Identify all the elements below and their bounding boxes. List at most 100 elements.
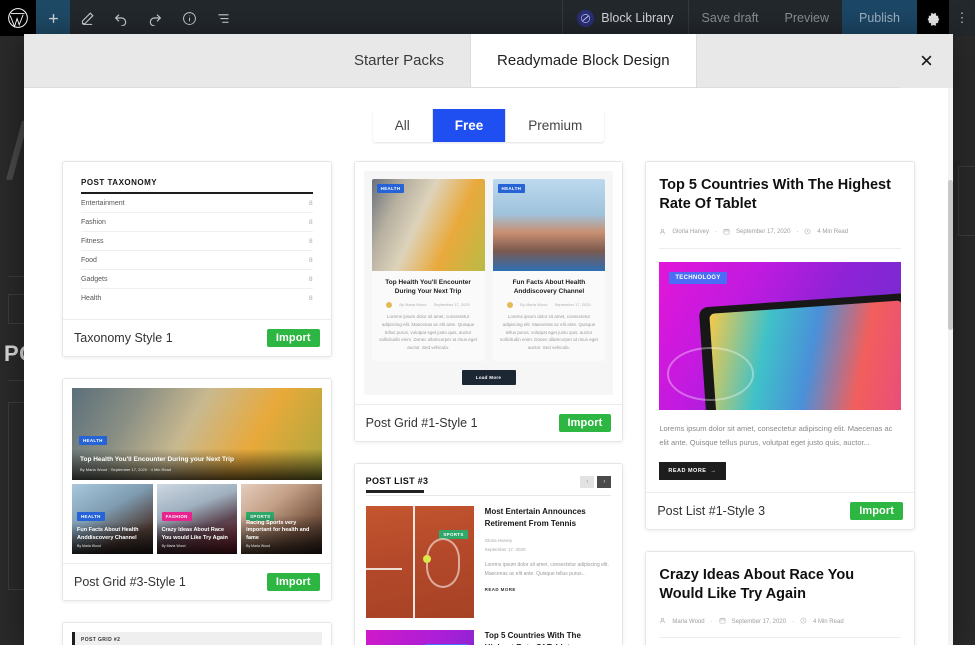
post-excerpt: Lorems ipsum dolor sit amet, consectetur… [484,562,609,578]
close-icon[interactable] [899,34,953,88]
import-button[interactable]: Import [850,501,904,520]
meta-separator: · [796,229,799,236]
post-title: Racing Sports very important for health … [246,519,310,541]
avatar [507,301,514,308]
post-date: September 17, 2020 [484,546,526,552]
post-excerpt: Lorems ipsum dolor sit amet, consectetur… [659,423,893,448]
tab-readymade-block-design[interactable]: Readymade Block Design [471,34,697,87]
block-library-icon [577,9,595,27]
import-button[interactable]: Import [558,414,612,433]
undo-arrow-icon[interactable] [104,0,138,36]
card-title: Taxonomy Style 1 [74,331,173,345]
template-card-post-list-1-style-3[interactable]: Top 5 Countries With The Highest Rate Of… [645,161,916,530]
template-card-post-list-3[interactable]: POST LIST #3 ‹ › SPORTS Most Entertain A… [353,463,624,645]
post-grid-row: HEALTH Top Health You'll Encounter Durin… [371,179,606,362]
post-meta: By Maria Wood September 17, 2020 [499,301,600,308]
post-meta: By Maria Wood · September 17, 2020 · 4 M… [80,467,172,472]
card-footer: Taxonomy Style 1 Import [63,319,331,356]
category-badge: HEALTH [79,436,107,445]
hero-photo: HEALTH Top Health You'll Encounter Durin… [72,388,322,480]
read-more-label: READ MORE [668,467,707,474]
card-preview: HEALTH Top Health You'll Encounter Durin… [354,162,623,405]
template-card-post-grid-1-style-1[interactable]: HEALTH Top Health You'll Encounter Durin… [353,161,624,443]
post-card: HEALTH Top Health You'll Encounter Durin… [371,179,485,362]
post-excerpt: Lorems ipsum dolor sit amet, consectetur… [379,313,477,351]
hero-overlay: Top Health You'll Encounter During your … [72,449,322,480]
post-grid-1-preview: HEALTH Top Health You'll Encounter Durin… [363,171,614,396]
taxonomy-row: Fashion 8 [81,213,313,232]
post-title: Top 5 Countries With The Highest Rate Of… [659,177,891,213]
post-meta: By Maria Wood [161,544,186,548]
category-badge: HEALTH [497,184,526,193]
post-photo: HEALTH [371,179,485,271]
chevron-left-icon[interactable]: ‹ [580,476,595,489]
card-preview: POST LIST #3 ‹ › SPORTS Most Entertain A… [354,464,623,645]
card-title: Post List #1-Style 3 [657,503,766,518]
cell-overlay: Racing Sports very important for health … [241,514,322,554]
post-meta: By Maria Wood September 17, 2020 [378,301,479,308]
template-grid: POST TAXONOMY Entertainment 8 Fashion 8 … [24,142,953,645]
tab-starter-packs[interactable]: Starter Packs [328,34,472,87]
post-date: September 17, 2020 [731,618,786,625]
grid-cell: HEALTH Fun Facts About Health Anddiscove… [72,484,153,554]
filter-free[interactable]: Free [432,109,507,142]
template-card-post-grid-2[interactable]: POST GRID #2 HEALTH Top Health You'll En… [62,622,332,645]
filter-all[interactable]: All [372,109,433,142]
heading-rule [365,495,612,497]
preview-button[interactable]: Preview [772,0,842,36]
scrollbar-track[interactable] [948,88,953,645]
clock-icon [800,617,807,626]
post-date: September 17, 2020 [736,229,791,236]
load-more-button[interactable]: Load More [461,370,516,386]
template-card-taxonomy-style-1[interactable]: POST TAXONOMY Entertainment 8 Fashion 8 … [62,161,332,357]
taxonomy-count: 8 [309,256,313,264]
filter-premium[interactable]: Premium [506,109,605,142]
block-library-button[interactable]: Block Library [562,0,689,36]
taxonomy-row: Gadgets 8 [81,270,313,289]
meta-separator: · [715,229,718,236]
card-footer: Post Grid #3-Style 1 Import [63,563,331,600]
scrollbar-thumb[interactable] [948,180,953,330]
photo-detail [413,506,416,619]
category-badge: HEALTH [77,512,105,521]
import-button[interactable]: Import [266,573,320,591]
read-more-button[interactable]: READ MORE → [659,461,726,480]
post-photo: TECHNOLOGY [365,630,474,645]
card-preview: Crazy Ideas About Race You Would Like Tr… [646,551,915,645]
post-body: Fun Facts About Health Anddiscovery Chan… [493,271,606,361]
taxonomy-name: Fashion [81,218,106,226]
info-circle-icon[interactable] [172,0,206,36]
pencil-icon[interactable] [70,0,104,36]
post-title: Crazy Ideas About Race You Would Like Tr… [659,566,855,603]
card-preview: Top 5 Countries With The Highest Rate Of… [646,162,915,492]
category-badge: TECHNOLOGY [669,271,727,284]
save-draft-button[interactable]: Save draft [689,0,772,36]
heading-underline [365,490,424,494]
post-title: Most Entertain Announces Retirement From… [484,507,586,529]
wordpress-logo-icon[interactable] [0,0,36,36]
card-footer: Post List #1-Style 3 Import [646,491,915,529]
template-card-post-grid-3-style-1[interactable]: HEALTH Top Health You'll Encounter Durin… [62,378,332,601]
post-body: Top 5 Countries With The Highest Rate Of… [485,630,612,645]
add-block-button[interactable] [36,0,70,36]
cell-overlay: Crazy Ideas About Race You would Like Tr… [156,522,238,554]
redo-arrow-icon[interactable] [138,0,172,36]
read-more-link[interactable]: READ MORE [485,587,612,592]
template-card-post-list-1-style-3-second[interactable]: Crazy Ideas About Race You Would Like Tr… [645,550,916,645]
list-view-icon[interactable] [206,0,240,36]
post-title: Top 5 Countries With The Highest Rate Of… [484,631,581,645]
grid-cell: SPORTS Racing Sports very important for … [241,484,322,554]
taxonomy-name: Gadgets [81,275,108,283]
kebab-menu-icon[interactable]: ⋮ [949,0,975,36]
chevron-right-icon[interactable]: › [597,476,612,489]
filter-bar: All Free Premium [24,88,953,142]
taxonomy-count: 8 [309,294,313,302]
block-library-label: Block Library [601,11,674,25]
publish-button[interactable]: Publish [842,0,917,36]
readymade-block-design-modal: Starter Packs Readymade Block Design All… [24,34,953,645]
meta-separator: · [791,618,794,625]
modal-header-tail [697,34,953,88]
gear-icon[interactable] [917,0,949,36]
import-button[interactable]: Import [266,329,320,347]
photo-detail [365,567,403,570]
